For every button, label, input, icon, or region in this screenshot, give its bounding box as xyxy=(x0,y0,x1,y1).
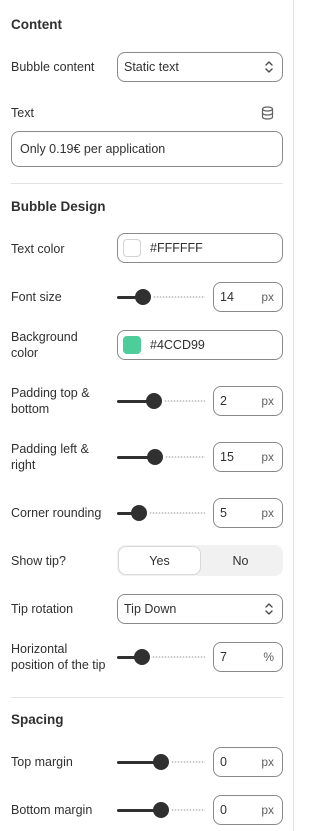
horizontal-tip-label-line1: Horizontal xyxy=(11,642,68,656)
font-size-unit: px xyxy=(261,290,274,304)
select-chevron-icon xyxy=(265,603,273,615)
padding-left-right-unit: px xyxy=(261,450,274,464)
bottom-margin-slider[interactable] xyxy=(117,802,205,818)
tip-rotation-label: Tip rotation xyxy=(11,602,74,616)
corner-rounding-value: 5 xyxy=(220,506,227,520)
top-margin-slider[interactable] xyxy=(117,754,205,770)
text-color-picker[interactable]: #FFFFFF xyxy=(117,233,283,263)
padding-left-right-label-line1: Padding left & xyxy=(11,442,89,456)
padding-left-right-input[interactable]: 15 px xyxy=(213,442,283,472)
padding-top-bottom-label: Padding top & bottom xyxy=(11,385,90,417)
horizontal-tip-label-line2: position of the tip xyxy=(11,658,106,672)
padding-left-right-label: Padding left & right xyxy=(11,441,89,473)
font-size-slider[interactable] xyxy=(117,289,205,305)
slider-thumb[interactable] xyxy=(153,754,169,770)
horizontal-tip-input[interactable]: 7 % xyxy=(213,642,283,672)
background-color-label: Background color xyxy=(11,329,78,361)
padding-top-bottom-unit: px xyxy=(261,394,274,408)
bubble-content-value: Static text xyxy=(124,60,179,74)
select-chevron-icon xyxy=(265,61,273,73)
database-icon[interactable] xyxy=(261,106,274,120)
text-label: Text xyxy=(11,106,34,120)
tip-rotation-value: Tip Down xyxy=(124,602,177,616)
text-color-value: #FFFFFF xyxy=(150,241,203,255)
padding-left-right-slider[interactable] xyxy=(117,449,205,465)
bottom-margin-label: Bottom margin xyxy=(11,803,93,817)
tip-rotation-select[interactable]: Tip Down xyxy=(117,594,283,624)
background-color-swatch[interactable] xyxy=(123,336,141,354)
section-title-content: Content xyxy=(11,17,62,32)
font-size-value: 14 xyxy=(220,290,234,304)
horizontal-tip-value: 7 xyxy=(220,650,227,664)
bottom-margin-value: 0 xyxy=(220,803,227,817)
padding-top-bottom-label-line2: bottom xyxy=(11,402,50,416)
corner-rounding-unit: px xyxy=(261,506,274,520)
font-size-input[interactable]: 14 px xyxy=(213,282,283,312)
horizontal-tip-slider[interactable] xyxy=(117,649,205,665)
show-tip-no[interactable]: No xyxy=(200,547,281,574)
padding-top-bottom-input[interactable]: 2 px xyxy=(213,386,283,416)
horizontal-tip-unit: % xyxy=(263,650,274,664)
top-margin-input[interactable]: 0 px xyxy=(213,747,283,777)
bottom-margin-input[interactable]: 0 px xyxy=(213,795,283,825)
slider-thumb[interactable] xyxy=(134,649,150,665)
divider xyxy=(11,697,283,698)
slider-thumb[interactable] xyxy=(131,505,147,521)
section-title-spacing: Spacing xyxy=(11,712,64,727)
top-margin-unit: px xyxy=(261,755,274,769)
background-color-label-line2: color xyxy=(11,346,39,360)
settings-panel: Content Bubble content Static text Text … xyxy=(0,0,294,831)
text-color-label: Text color xyxy=(11,242,65,256)
divider xyxy=(11,183,283,184)
background-color-value: #4CCD99 xyxy=(150,338,205,352)
background-color-label-line1: Background xyxy=(11,330,78,344)
bubble-content-label: Bubble content xyxy=(11,60,95,74)
top-margin-label: Top margin xyxy=(11,755,73,769)
show-tip-yes[interactable]: Yes xyxy=(119,547,200,574)
background-color-picker[interactable]: #4CCD99 xyxy=(117,330,283,360)
text-input-value: Only 0.19€ per application xyxy=(20,142,166,156)
bubble-content-select[interactable]: Static text xyxy=(117,52,283,82)
corner-rounding-input[interactable]: 5 px xyxy=(213,498,283,528)
padding-top-bottom-value: 2 xyxy=(220,394,227,408)
bottom-margin-unit: px xyxy=(261,803,274,817)
padding-left-right-value: 15 xyxy=(220,450,234,464)
text-color-swatch[interactable] xyxy=(123,239,141,257)
show-tip-label: Show tip? xyxy=(11,554,66,568)
section-title-bubble-design: Bubble Design xyxy=(11,199,106,214)
padding-top-bottom-label-line1: Padding top & xyxy=(11,386,90,400)
text-input[interactable]: Only 0.19€ per application xyxy=(11,131,283,167)
corner-rounding-label: Corner rounding xyxy=(11,506,102,520)
padding-left-right-label-line2: right xyxy=(11,458,36,472)
slider-thumb[interactable] xyxy=(153,802,169,818)
slider-thumb[interactable] xyxy=(135,289,151,305)
slider-thumb[interactable] xyxy=(147,449,163,465)
slider-thumb[interactable] xyxy=(146,393,162,409)
horizontal-tip-label: Horizontal position of the tip xyxy=(11,641,106,673)
top-margin-value: 0 xyxy=(220,755,227,769)
font-size-label: Font size xyxy=(11,290,62,304)
corner-rounding-slider[interactable] xyxy=(117,505,205,521)
padding-top-bottom-slider[interactable] xyxy=(117,393,205,409)
show-tip-toggle[interactable]: Yes No xyxy=(117,545,283,576)
